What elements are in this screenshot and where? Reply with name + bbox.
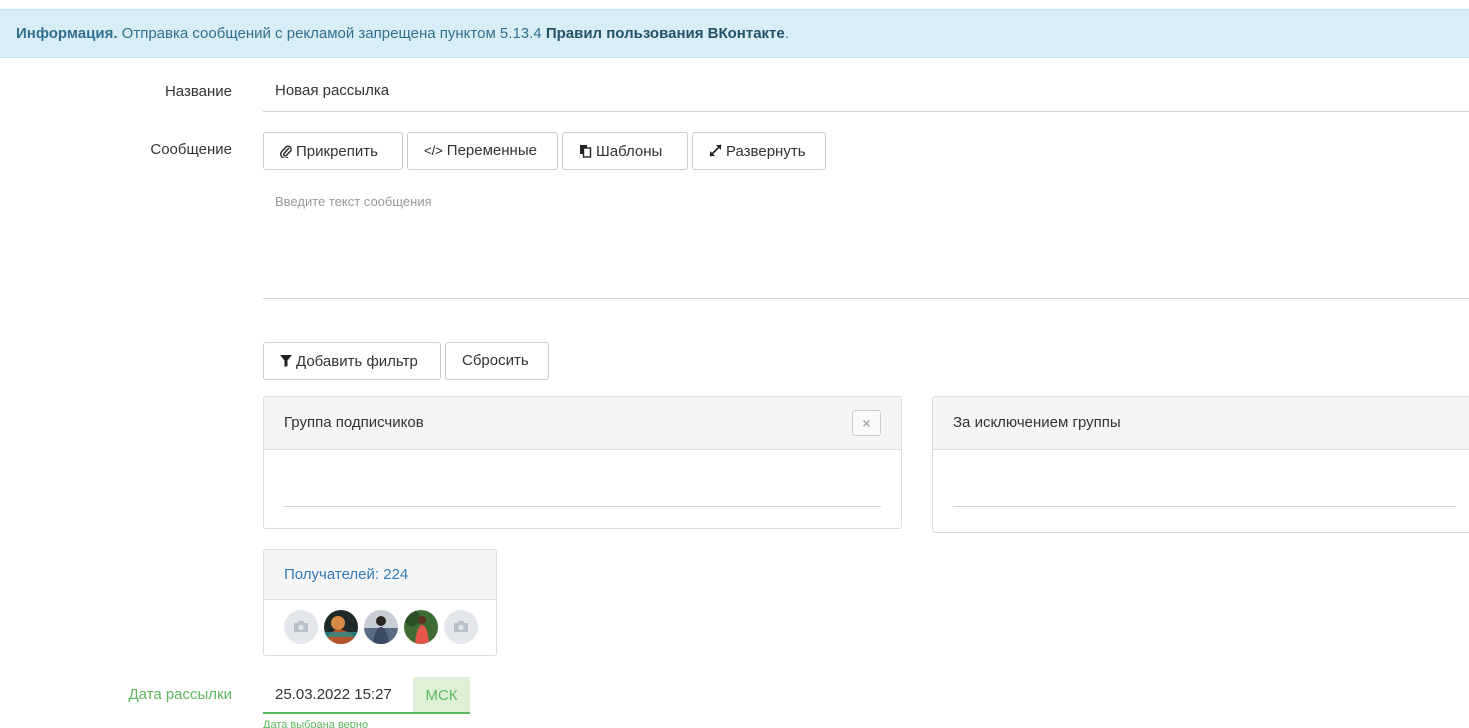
subscriber-group-panel: Группа подписчиков × xyxy=(263,396,902,529)
subscriber-group-header: Группа подписчиков × xyxy=(264,397,901,450)
info-alert: Информация. Отправка сообщений с рекламо… xyxy=(0,9,1469,58)
variables-button-label: Переменные xyxy=(446,142,537,159)
camera-icon xyxy=(454,621,468,632)
subscriber-group-select[interactable] xyxy=(284,506,881,507)
message-label: Сообщение xyxy=(150,141,232,158)
exclude-group-panel: За исключением группы xyxy=(932,396,1469,533)
send-date-input[interactable]: 25.03.2022 15:27 xyxy=(263,677,413,714)
avatar[interactable] xyxy=(364,610,398,644)
avatar[interactable] xyxy=(324,610,358,644)
templates-button-label: Шаблоны xyxy=(596,143,663,160)
vk-rules-link[interactable]: Правил пользования ВКонтакте xyxy=(546,25,785,42)
info-alert-title: Информация. xyxy=(16,25,118,42)
info-alert-text: Отправка сообщений с рекламой запрещена … xyxy=(121,25,542,42)
avatar-photo xyxy=(364,610,398,644)
expand-button-label: Развернуть xyxy=(726,143,806,160)
exclude-group-select[interactable] xyxy=(953,506,1456,507)
reset-button-label: Сбросить xyxy=(462,352,529,369)
recipients-header: Получателей: 224 xyxy=(264,550,496,600)
timezone-addon: МСК xyxy=(413,677,470,714)
close-icon: × xyxy=(862,415,871,431)
avatar-photo xyxy=(324,610,358,644)
expand-icon xyxy=(709,133,722,169)
newsletter-form-page: Информация. Отправка сообщений с рекламо… xyxy=(0,0,1469,728)
message-placeholder: Введите текст сообщения xyxy=(275,194,432,209)
avatar[interactable] xyxy=(404,610,438,644)
message-textarea[interactable]: Введите текст сообщения xyxy=(263,186,1469,299)
add-filter-button[interactable]: Добавить фильтр xyxy=(263,342,441,380)
recipients-panel: Получателей: 224 xyxy=(263,549,497,656)
add-filter-button-label: Добавить фильтр xyxy=(296,353,418,370)
name-input[interactable]: Новая рассылка xyxy=(263,72,1469,112)
info-alert-suffix: . xyxy=(784,25,789,42)
variables-button[interactable]: </> Переменные xyxy=(407,132,558,170)
subscriber-group-title: Группа подписчиков xyxy=(284,414,424,431)
date-valid-hint: Дата выбрана верно xyxy=(263,719,369,728)
avatar[interactable] xyxy=(284,610,318,644)
camera-icon xyxy=(294,621,308,632)
exclude-group-title: За исключением группы xyxy=(953,414,1121,431)
attach-button-label: Прикрепить xyxy=(296,143,378,160)
templates-button[interactable]: Шаблоны xyxy=(562,132,688,170)
code-icon: </> xyxy=(424,143,443,158)
exclude-group-header: За исключением группы xyxy=(933,397,1469,450)
recipients-avatars xyxy=(264,600,496,655)
name-label: Название xyxy=(164,83,232,100)
attach-button[interactable]: Прикрепить xyxy=(263,132,403,170)
copy-icon xyxy=(579,133,592,169)
paperclip-icon xyxy=(280,133,292,169)
filter-icon xyxy=(280,343,292,379)
avatar[interactable] xyxy=(444,610,478,644)
reset-button[interactable]: Сбросить xyxy=(445,342,549,380)
send-date-label: Дата рассылки xyxy=(128,686,232,703)
avatar-photo xyxy=(404,610,438,644)
recipients-count: Получателей: 224 xyxy=(284,566,409,583)
remove-filter-button[interactable]: × xyxy=(852,410,881,436)
expand-button[interactable]: Развернуть xyxy=(692,132,826,170)
